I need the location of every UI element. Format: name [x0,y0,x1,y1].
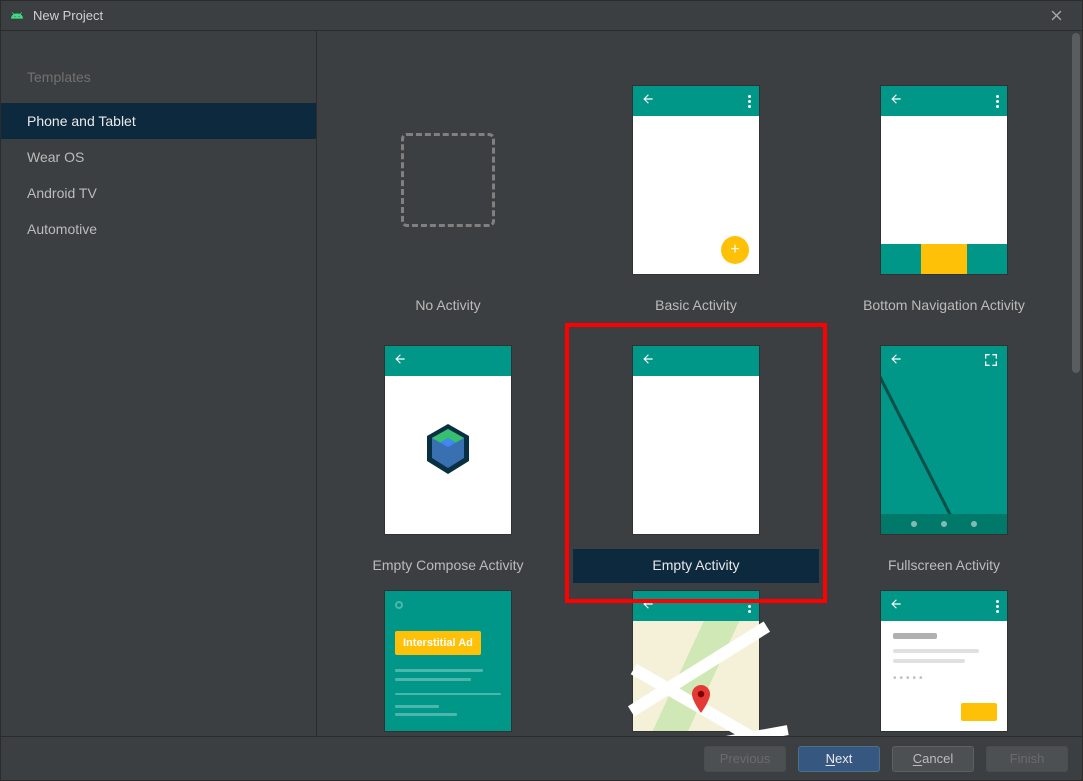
sidebar-item-phone-tablet[interactable]: Phone and Tablet [1,103,316,139]
action-button-icon [961,703,997,721]
bottom-nav-icon [881,244,1007,274]
back-arrow-icon [641,92,655,111]
map-pin-icon [691,685,711,718]
template-grid: No Activity + [325,71,1062,731]
dialog-body: Templates Phone and Tablet Wear OS Andro… [1,31,1082,736]
previous-button[interactable]: Previous [704,746,786,772]
sidebar-item-android-tv[interactable]: Android TV [1,175,316,211]
dialog-footer: Previous Next Cancel Finish [1,736,1082,780]
phone-preview [633,591,759,731]
status-indicator-icon [395,601,403,609]
back-arrow-icon [393,352,407,371]
back-arrow-icon [641,352,655,371]
template-bottom-navigation[interactable]: Bottom Navigation Activity [821,71,1067,323]
template-no-activity[interactable]: No Activity [325,71,571,323]
template-empty-activity[interactable]: Empty Activity [573,331,819,583]
titlebar: New Project [1,1,1082,31]
back-arrow-icon [641,597,655,616]
template-label: No Activity [325,289,571,323]
ad-badge: Interstitial Ad [395,631,481,655]
jetpack-compose-icon [423,422,473,481]
window-title: New Project [33,8,103,23]
sidebar-header: Templates [1,61,316,103]
content-area: No Activity + [317,31,1082,736]
back-arrow-icon [889,597,903,616]
close-button[interactable] [1038,2,1074,30]
template-fullscreen[interactable]: Fullscreen Activity [821,331,1067,583]
phone-preview: ••••• [881,591,1007,731]
overflow-menu-icon [996,600,999,613]
dashed-placeholder-icon [401,133,495,227]
diagonal-decoration [881,368,1007,514]
overflow-menu-icon [748,95,751,108]
template-master-detail[interactable]: ••••• [821,591,1067,731]
phone-preview: + [633,86,759,274]
phone-preview [881,346,1007,534]
template-label: Empty Activity [573,549,819,583]
sidebar-item-wear-os[interactable]: Wear OS [1,139,316,175]
ellipsis-icon: ••••• [893,673,995,684]
template-interstitial-ad[interactable]: Interstitial Ad [325,591,571,731]
close-icon [1051,10,1062,21]
sidebar: Templates Phone and Tablet Wear OS Andro… [1,31,317,736]
android-icon [9,8,25,24]
template-basic-activity[interactable]: + Basic Activity [573,71,819,323]
scrollbar[interactable] [1072,33,1080,373]
next-button[interactable]: Next [798,746,880,772]
template-empty-compose[interactable]: Empty Compose Activity [325,331,571,583]
overflow-menu-icon [748,600,751,613]
sidebar-item-automotive[interactable]: Automotive [1,211,316,247]
template-label: Fullscreen Activity [821,549,1067,583]
template-label: Bottom Navigation Activity [821,289,1067,323]
overflow-menu-icon [996,95,999,108]
phone-preview [385,346,511,534]
nav-dots-icon [881,514,1007,534]
template-google-maps[interactable] [573,591,819,731]
phone-preview [881,86,1007,274]
finish-button[interactable]: Finish [986,746,1068,772]
phone-preview [633,346,759,534]
template-label: Empty Compose Activity [325,549,571,583]
template-label: Basic Activity [573,289,819,323]
phone-preview: Interstitial Ad [385,591,511,731]
fab-plus-icon: + [721,236,749,264]
cancel-button[interactable]: Cancel [892,746,974,772]
new-project-dialog: New Project Templates Phone and Tablet W… [0,0,1083,781]
template-grid-container: No Activity + [317,31,1070,736]
back-arrow-icon [889,92,903,111]
